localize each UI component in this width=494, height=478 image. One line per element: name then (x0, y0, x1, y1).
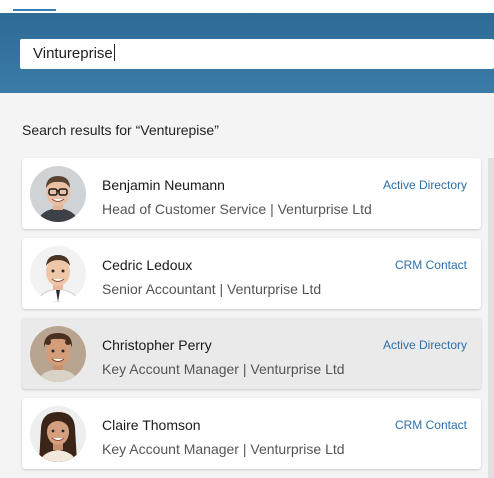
result-card-benjamin-neumann[interactable]: Benjamin Neumann Head of Customer Servic… (22, 158, 481, 229)
avatar (30, 406, 86, 462)
result-role: Senior Accountant | Venturprise Ltd (102, 281, 322, 297)
result-source-badge: Active Directory (382, 178, 467, 192)
results-scrollbar[interactable] (488, 158, 494, 478)
results-heading: Search results for “Venturepise” (22, 122, 219, 138)
search-input[interactable]: Vintureprise (20, 39, 494, 69)
result-role: Key Account Manager | Venturprise Ltd (102, 441, 345, 457)
active-tab-indicator[interactable] (13, 9, 56, 11)
search-input-value: Vintureprise (33, 45, 113, 62)
top-tab-strip (0, 0, 494, 13)
result-source-badge: CRM Contact (394, 418, 467, 432)
result-card-christopher-perry[interactable]: Christopher Perry Key Account Manager | … (22, 318, 481, 389)
result-name: Cedric Ledoux (102, 257, 193, 273)
avatar (30, 326, 86, 382)
text-cursor (113, 44, 115, 61)
result-name: Benjamin Neumann (102, 177, 225, 193)
result-source-badge: CRM Contact (394, 258, 467, 272)
results-list: Benjamin Neumann Head of Customer Servic… (22, 158, 481, 478)
result-card-claire-thomson[interactable]: Claire Thomson Key Account Manager | Ven… (22, 398, 481, 469)
result-role: Key Account Manager | Venturprise Ltd (102, 361, 345, 377)
result-source-badge: Active Directory (382, 338, 467, 352)
result-card-cedric-ledoux[interactable]: Cedric Ledoux Senior Accountant | Ventur… (22, 238, 481, 309)
avatar (30, 166, 86, 222)
result-name: Christopher Perry (102, 337, 212, 353)
result-name: Claire Thomson (102, 417, 201, 433)
avatar (30, 246, 86, 302)
result-role: Head of Customer Service | Venturprise L… (102, 201, 372, 217)
